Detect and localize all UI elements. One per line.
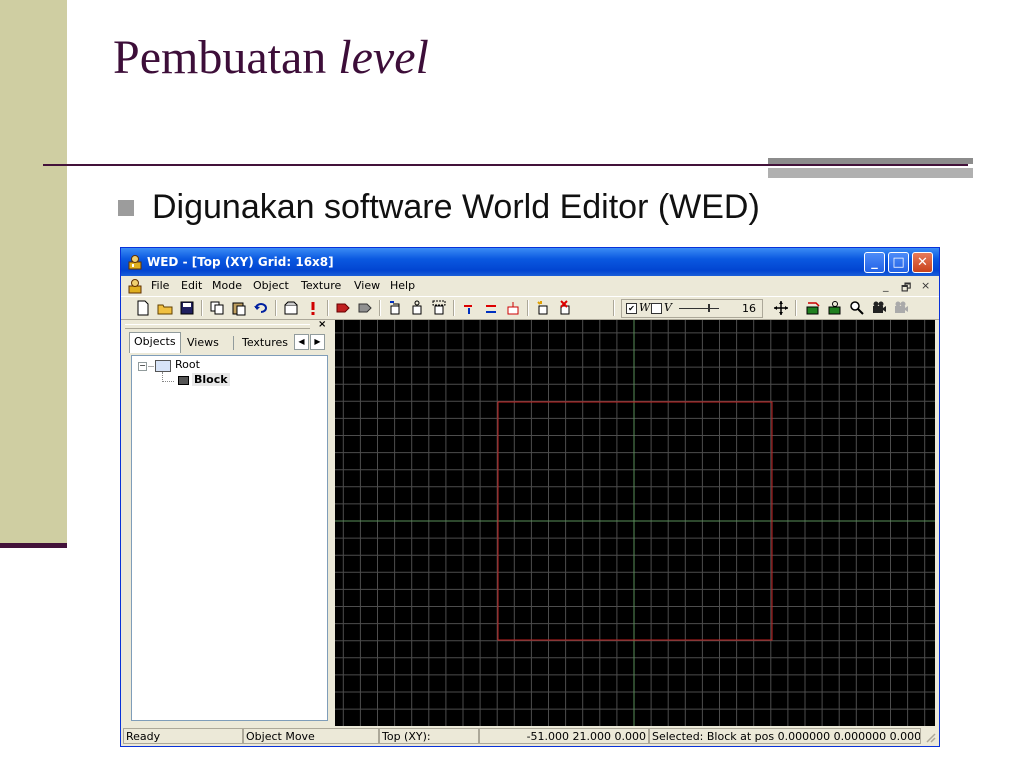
tree-collapse-icon[interactable]: − — [138, 362, 147, 371]
camera-icon[interactable] — [871, 300, 887, 316]
toolbar-separator — [379, 300, 381, 316]
status-selected: Selected: Block at pos 0.000000 0.000000… — [649, 728, 921, 744]
menu-object[interactable]: Object — [253, 279, 289, 292]
menu-mode[interactable]: Mode — [212, 279, 242, 292]
checkbox-w[interactable]: ✔ — [626, 303, 637, 314]
add-sound-icon[interactable] — [505, 300, 521, 316]
tree-connector — [162, 381, 174, 383]
bullet-text: Digunakan software World Editor (WED) — [152, 188, 760, 226]
wed-window: WED - [Top (XY) Grid: 16x8] _ □ ✕ File E… — [120, 247, 940, 747]
window-titlebar[interactable]: WED - [Top (XY) Grid: 16x8] _ □ ✕ — [121, 248, 939, 276]
resize-grip-icon[interactable] — [924, 731, 936, 743]
checkbox-w-label: W — [639, 301, 651, 314]
run-exclamation-icon[interactable] — [305, 300, 321, 316]
move-view-icon[interactable] — [773, 300, 789, 316]
slide-sidebar-accent-line — [0, 543, 67, 548]
panel-tabs: Objects Views Textures ◀ ▶ — [129, 332, 329, 353]
add-path-icon[interactable] — [483, 300, 499, 316]
checkbox-v[interactable] — [651, 303, 662, 314]
mdi-minimize-button[interactable]: _ — [883, 279, 889, 292]
open-folder-icon[interactable] — [157, 300, 173, 316]
delete-object-icon[interactable] — [557, 300, 573, 316]
slide-sidebar-band — [0, 0, 67, 545]
block-icon — [178, 376, 189, 385]
grid-slider-thumb[interactable] — [708, 304, 710, 312]
toolbar-separator — [527, 300, 529, 316]
bullet-square-icon — [118, 200, 134, 216]
object-panel: × Objects Views Textures ◀ ▶ − Root Bloc… — [123, 319, 331, 724]
toolbar-separator — [327, 300, 329, 316]
grid-size-value: 16 — [742, 302, 756, 315]
status-view: Top (XY): — [379, 728, 479, 744]
camera-rotate-icon[interactable] — [827, 300, 843, 316]
slide-title: Pembuatan level — [113, 30, 429, 85]
toolbar: ✔ W V 16 — [121, 296, 939, 320]
menu-help[interactable]: Help — [390, 279, 415, 292]
status-coords: -51.000 21.000 0.000 — [479, 728, 649, 744]
menu-texture[interactable]: Texture — [301, 279, 341, 292]
status-mode: Object Move — [243, 728, 379, 744]
toolbar-separator — [453, 300, 455, 316]
object-tree: − Root Block — [131, 355, 328, 721]
mdi-close-button[interactable]: × — [921, 279, 930, 292]
status-ready: Ready — [123, 728, 243, 744]
title-rule-accent — [768, 158, 973, 164]
top-view-viewport[interactable] — [335, 320, 935, 726]
toolbar-separator — [613, 300, 615, 316]
document-wed-icon[interactable] — [127, 278, 143, 294]
camera-disabled-icon — [895, 301, 908, 313]
tree-node-root[interactable]: Root — [175, 358, 200, 371]
object-rotate-icon[interactable] — [357, 300, 373, 316]
wed-app-icon — [128, 255, 142, 270]
undo-icon[interactable] — [253, 300, 269, 316]
menu-view[interactable]: View — [354, 279, 380, 292]
paste-icon[interactable] — [231, 300, 247, 316]
menu-file[interactable]: File — [151, 279, 169, 292]
save-icon[interactable] — [179, 300, 195, 316]
maximize-button[interactable]: □ — [888, 252, 909, 273]
toolbar-separator — [201, 300, 203, 316]
toolbar-separator — [795, 300, 797, 316]
new-object-icon[interactable] — [535, 300, 551, 316]
object-move-icon[interactable] — [335, 300, 351, 316]
close-button[interactable]: ✕ — [912, 252, 933, 273]
tab-divider — [233, 336, 234, 350]
slide-title-main: Pembuatan — [113, 31, 339, 84]
grid-slider-track[interactable] — [679, 308, 719, 309]
window-title: WED - [Top (XY) Grid: 16x8] — [147, 255, 334, 269]
add-block-icon[interactable] — [387, 300, 403, 316]
tab-objects[interactable]: Objects — [129, 332, 181, 353]
tree-connector — [148, 366, 154, 367]
view-options-box: ✔ W V 16 — [621, 299, 763, 318]
tree-node-block[interactable]: Block — [192, 373, 230, 386]
tab-scroll-right-button[interactable]: ▶ — [310, 334, 325, 350]
root-folder-icon — [155, 360, 171, 372]
tab-scroll-left-button[interactable]: ◀ — [294, 334, 309, 350]
menubar: File Edit Mode Object Texture View Help … — [121, 276, 939, 296]
status-bar: Ready Object Move Top (XY): -51.000 21.0… — [121, 727, 939, 746]
panel-grip[interactable] — [125, 324, 310, 329]
add-group-icon[interactable] — [431, 300, 447, 316]
minimize-button[interactable]: _ — [864, 252, 885, 273]
title-rule-accent-lower — [768, 168, 973, 178]
viewport-grid — [335, 320, 935, 726]
menu-edit[interactable]: Edit — [181, 279, 202, 292]
tab-views[interactable]: Views — [183, 334, 223, 352]
build-icon[interactable] — [283, 300, 299, 316]
copy-icon[interactable] — [209, 300, 225, 316]
add-entity-icon[interactable] — [409, 300, 425, 316]
zoom-icon[interactable] — [849, 300, 865, 316]
new-file-icon[interactable] — [135, 300, 151, 316]
title-rule — [43, 164, 968, 166]
toolbar-separator — [275, 300, 277, 316]
panel-close-button[interactable]: × — [318, 319, 326, 330]
camera-move-icon[interactable] — [805, 300, 821, 316]
tab-textures[interactable]: Textures — [238, 334, 292, 352]
add-light-icon[interactable] — [461, 300, 477, 316]
checkbox-v-label: V — [664, 301, 672, 314]
slide-title-italic: level — [338, 31, 429, 84]
